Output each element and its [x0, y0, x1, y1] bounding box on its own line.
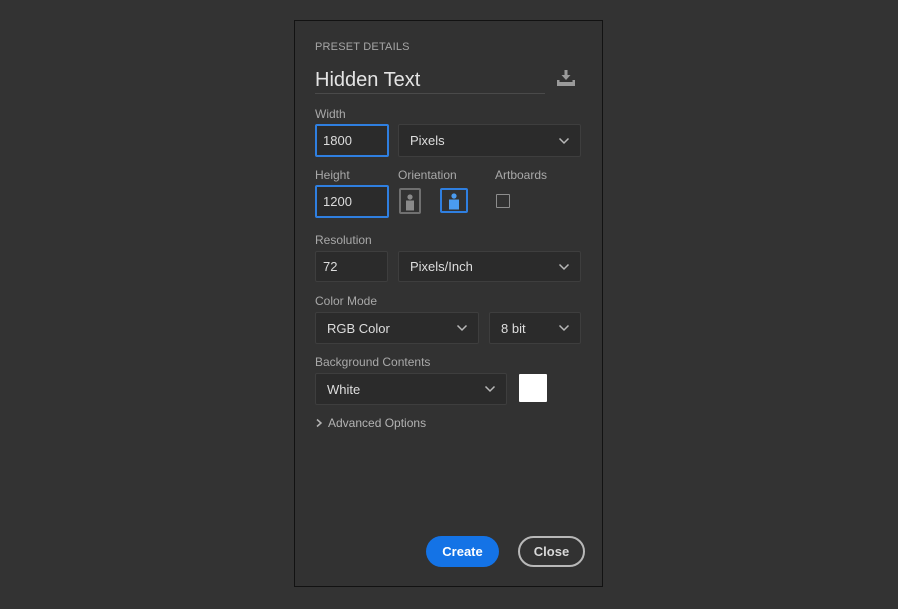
bit-depth-select[interactable]: 8 bit: [489, 312, 581, 344]
orientation-portrait-button[interactable]: [399, 188, 421, 214]
preset-name-input[interactable]: [315, 67, 545, 94]
chevron-down-icon: [558, 263, 570, 270]
resolution-unit-select[interactable]: Pixels/Inch: [398, 251, 581, 282]
portrait-icon: [406, 194, 414, 211]
chevron-down-icon: [484, 385, 496, 393]
save-preset-button[interactable]: [553, 67, 579, 89]
height-input[interactable]: [315, 185, 389, 218]
resolution-label: Resolution: [315, 233, 372, 247]
preset-details-panel: PRESET DETAILS Width Pixels Height Orien…: [294, 20, 603, 587]
advanced-options-label: Advanced Options: [328, 416, 427, 430]
advanced-options-toggle[interactable]: Advanced Options: [315, 416, 426, 430]
width-input[interactable]: [315, 124, 389, 157]
chevron-right-icon: [316, 418, 323, 428]
chevron-down-icon: [558, 324, 570, 332]
color-mode-label: Color Mode: [315, 294, 378, 308]
background-label: Background Contents: [315, 355, 431, 369]
artboards-label: Artboards: [495, 168, 548, 182]
color-mode-select[interactable]: RGB Color: [315, 312, 479, 344]
width-unit-value: Pixels: [410, 133, 445, 148]
height-label: Height: [315, 168, 350, 182]
resolution-input[interactable]: [315, 251, 388, 282]
orientation-label: Orientation: [398, 168, 457, 182]
close-button[interactable]: Close: [518, 536, 585, 567]
bit-depth-value: 8 bit: [501, 320, 526, 336]
chevron-down-icon: [558, 137, 570, 144]
chevron-down-icon: [456, 324, 468, 332]
orientation-landscape-button[interactable]: [440, 188, 468, 213]
section-title: PRESET DETAILS: [315, 41, 410, 53]
save-preset-icon: [557, 70, 575, 86]
width-unit-select[interactable]: Pixels: [398, 124, 581, 157]
landscape-icon: [449, 193, 459, 210]
width-label: Width: [315, 107, 346, 121]
color-mode-value: RGB Color: [327, 320, 390, 336]
resolution-unit-value: Pixels/Inch: [410, 259, 473, 274]
artboards-checkbox[interactable]: [496, 194, 510, 208]
background-color-swatch[interactable]: [519, 374, 547, 402]
background-value: White: [327, 381, 361, 397]
background-select[interactable]: White: [315, 373, 507, 405]
create-button[interactable]: Create: [426, 536, 499, 567]
